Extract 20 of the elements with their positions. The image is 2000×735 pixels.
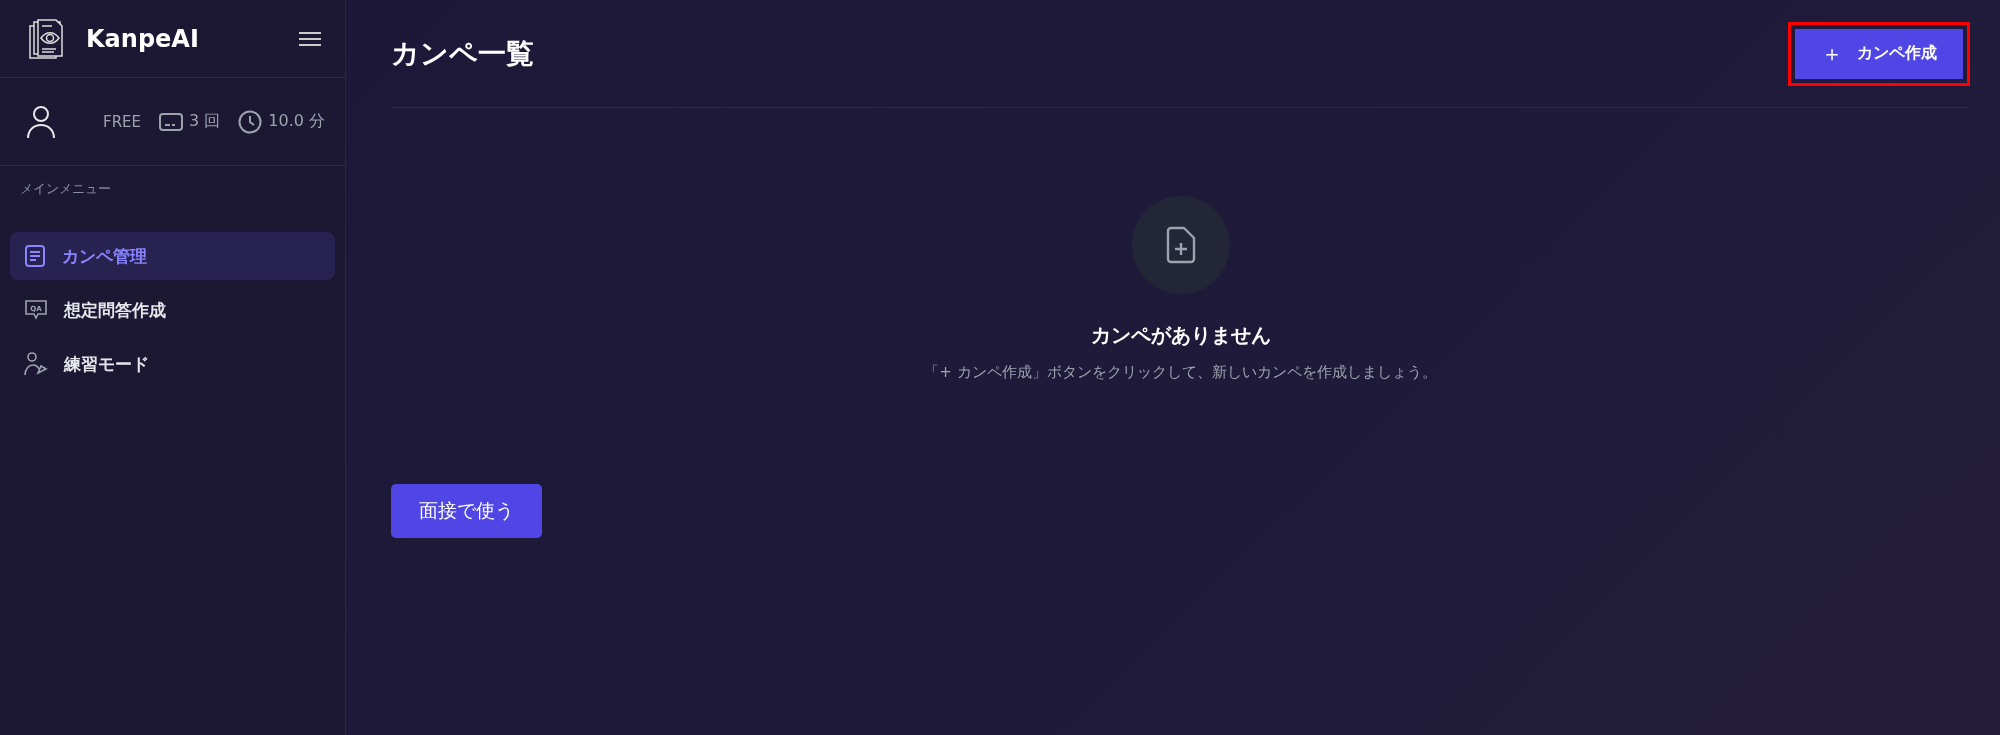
page-title: カンペ一覧 bbox=[391, 35, 534, 72]
user-avatar-icon[interactable] bbox=[26, 104, 56, 139]
empty-message: 「+ カンペ作成」ボタンをクリックして、新しいカンペを作成しましょう。 bbox=[924, 363, 1437, 382]
menu-icon[interactable] bbox=[299, 30, 321, 47]
app-name: KanpeAI bbox=[86, 24, 200, 53]
create-button[interactable]: ＋ カンペ作成 bbox=[1795, 28, 1963, 79]
clock-icon bbox=[238, 109, 263, 134]
person-flag-icon bbox=[24, 351, 48, 377]
card-icon bbox=[159, 111, 183, 132]
nav-item[interactable]: カンペ管理 bbox=[10, 232, 335, 280]
remaining-minutes: 10.0 分 bbox=[268, 111, 325, 132]
plan-label: FREE bbox=[103, 112, 141, 131]
add-file-icon bbox=[1165, 226, 1196, 264]
empty-heading: カンペがありません bbox=[1090, 322, 1271, 349]
eye-document-logo-icon bbox=[28, 17, 66, 60]
nav-item[interactable]: 練習モード bbox=[10, 340, 335, 388]
document-icon bbox=[24, 244, 46, 268]
use-in-interview-button[interactable]: 面接で使う bbox=[391, 484, 542, 538]
usage-count: 3 回 bbox=[189, 111, 221, 132]
section-label: メインメニュー bbox=[19, 180, 112, 198]
